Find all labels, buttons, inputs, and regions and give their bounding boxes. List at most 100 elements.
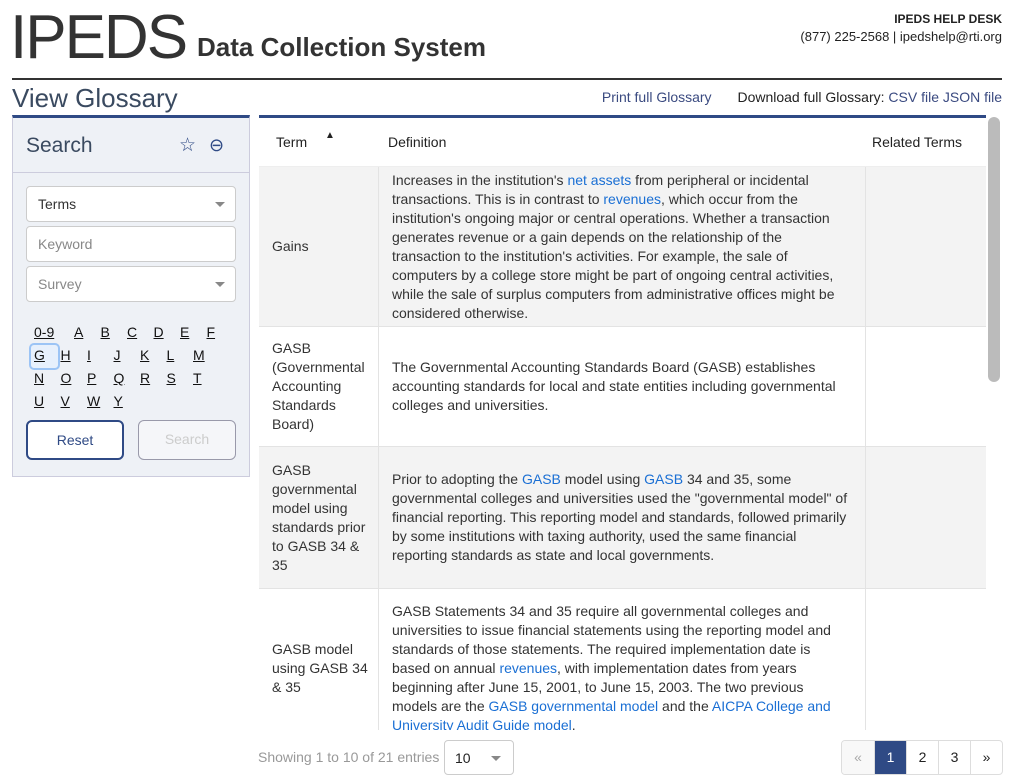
search-button[interactable]: Search bbox=[138, 420, 236, 460]
related-column-header[interactable]: Related Terms bbox=[866, 134, 986, 150]
survey-placeholder: Survey bbox=[38, 276, 82, 292]
pagination: «1 2 3» bbox=[841, 740, 1003, 775]
help-title: IPEDS HELP DESK bbox=[894, 12, 1002, 26]
definition-link[interactable]: net assets bbox=[567, 172, 631, 188]
definition-text: , which occur from the institution's ong… bbox=[392, 190, 835, 321]
letter-q[interactable]: Q bbox=[111, 368, 138, 391]
definition-cell: GASB Statements 34 and 35 require all go… bbox=[379, 589, 866, 730]
related-cell bbox=[866, 327, 986, 446]
search-panel: Search ☆ ⊖ Terms Keyword Survey 0-9 A B C D E… bbox=[12, 115, 250, 477]
letter-h[interactable]: H bbox=[58, 345, 85, 368]
letter-m[interactable]: M bbox=[190, 345, 217, 368]
survey-select[interactable]: Survey bbox=[26, 266, 236, 302]
term-cell: GASB governmental model using standards … bbox=[259, 447, 379, 588]
letter-g[interactable]: G bbox=[29, 343, 60, 370]
definition-text: and the bbox=[658, 698, 712, 714]
letter-a[interactable]: A bbox=[71, 322, 98, 345]
letter-f[interactable]: F bbox=[204, 322, 231, 345]
letter-l[interactable]: L bbox=[164, 345, 191, 368]
related-cell bbox=[866, 589, 986, 730]
download-label: Download full Glossary: bbox=[737, 89, 885, 105]
definition-text: Increases in the institution's bbox=[392, 171, 568, 188]
json-link[interactable]: JSON file bbox=[943, 89, 1002, 105]
glossary-table: Term ▲ Definition Related Terms Gains Incr… bbox=[259, 115, 986, 730]
page-button[interactable]: 2 bbox=[906, 741, 938, 774]
reset-button[interactable]: Reset bbox=[26, 420, 124, 460]
letter-s[interactable]: S bbox=[164, 368, 191, 391]
definition-text: The Governmental Accounting Standards Bo… bbox=[392, 359, 836, 413]
site-subtitle: Data Collection System bbox=[197, 32, 486, 62]
related-cell bbox=[866, 167, 986, 326]
collapse-icon[interactable]: ⊖ bbox=[209, 135, 224, 156]
scrollbar[interactable] bbox=[986, 115, 1002, 730]
help-desk: IPEDS HELP DESK (877) 225-2568 | ipedshe… bbox=[800, 10, 1002, 46]
definition-link[interactable]: revenues bbox=[499, 660, 557, 676]
keyword-placeholder: Keyword bbox=[38, 236, 93, 252]
definition-cell: Prior to adopting the GASB model using G… bbox=[379, 447, 866, 588]
definition-link[interactable]: GASB governmental model bbox=[489, 698, 659, 714]
letter-n[interactable]: N bbox=[31, 368, 58, 391]
page-length-value: 10 bbox=[455, 750, 471, 766]
letter-e[interactable]: E bbox=[177, 322, 204, 345]
page-button[interactable]: 1 bbox=[874, 741, 906, 774]
definition-link[interactable]: GASB bbox=[644, 471, 683, 487]
term-cell: Gains bbox=[259, 167, 379, 326]
letter-i[interactable]: I bbox=[84, 345, 111, 368]
term-cell: GASB model using GASB 34 & 35 bbox=[259, 589, 379, 730]
print-glossary-link[interactable]: Print full Glossary bbox=[602, 89, 712, 105]
definition-column-header[interactable]: Definition bbox=[379, 134, 866, 150]
star-icon[interactable]: ☆ bbox=[179, 134, 196, 157]
letter-v[interactable]: V bbox=[58, 391, 85, 414]
scrollbar-thumb[interactable] bbox=[988, 117, 1000, 382]
definition-text: model using bbox=[560, 471, 645, 487]
letter-b[interactable]: B bbox=[98, 322, 125, 345]
entries-info: Showing 1 to 10 of 21 entries bbox=[258, 749, 440, 765]
letter-c[interactable]: C bbox=[124, 322, 151, 345]
letter-d[interactable]: D bbox=[151, 322, 178, 345]
sort-asc-icon: ▲ bbox=[325, 130, 335, 141]
definition-cell: The Governmental Accounting Standards Bo… bbox=[379, 327, 866, 446]
definition-text: . bbox=[571, 717, 576, 730]
chevron-down-icon bbox=[491, 756, 501, 761]
prev-page-button[interactable]: « bbox=[842, 741, 874, 774]
term-column-header[interactable]: Term ▲ bbox=[259, 130, 379, 150]
chevron-down-icon bbox=[215, 282, 225, 287]
definition-cell: Increases in the institution's net asset… bbox=[379, 167, 866, 326]
letter-0-9[interactable]: 0-9 bbox=[31, 322, 71, 345]
table-header: Term ▲ Definition Related Terms bbox=[259, 118, 986, 167]
type-select[interactable]: Terms bbox=[26, 186, 236, 222]
letter-t[interactable]: T bbox=[190, 368, 217, 391]
keyword-input[interactable]: Keyword bbox=[26, 226, 236, 262]
logo: IPEDS bbox=[10, 3, 188, 72]
next-page-button[interactable]: » bbox=[970, 741, 1002, 774]
definition-text: Prior to adopting the bbox=[392, 471, 522, 487]
letter-r[interactable]: R bbox=[137, 368, 164, 391]
table-row: Gains Increases in the institution's net … bbox=[259, 167, 986, 327]
letter-j[interactable]: J bbox=[111, 345, 138, 368]
search-title: Search bbox=[26, 134, 93, 157]
definition-link[interactable]: GASB bbox=[522, 471, 561, 487]
definition-link[interactable]: revenues bbox=[603, 191, 661, 207]
letter-y[interactable]: Y bbox=[111, 391, 138, 414]
letter-k[interactable]: K bbox=[137, 345, 164, 368]
page-length-select[interactable]: 10 bbox=[444, 740, 514, 775]
divider bbox=[12, 78, 1002, 80]
page-title: View Glossary bbox=[12, 83, 178, 113]
letter-p[interactable]: P bbox=[84, 368, 111, 391]
page-button[interactable]: 3 bbox=[938, 741, 970, 774]
letter-w[interactable]: W bbox=[84, 391, 111, 414]
related-cell bbox=[866, 447, 986, 588]
glossary-links: Print full Glossary Download full Glossa… bbox=[602, 89, 1002, 105]
divider bbox=[13, 172, 249, 173]
table-row: GASB governmental model using standards … bbox=[259, 447, 986, 589]
table-row: GASB (Governmental Accounting Standards … bbox=[259, 327, 986, 447]
term-cell: GASB (Governmental Accounting Standards … bbox=[259, 327, 379, 446]
chevron-down-icon bbox=[215, 202, 225, 207]
letter-u[interactable]: U bbox=[31, 391, 58, 414]
type-select-value: Terms bbox=[38, 196, 77, 212]
term-header-label: Term bbox=[276, 134, 308, 150]
table-row: GASB model using GASB 34 & 35 GASB Statem… bbox=[259, 589, 986, 730]
letter-filter: 0-9 A B C D E F G H I J K L M N O P Q R S T U V W Y bbox=[29, 322, 241, 414]
letter-o[interactable]: O bbox=[58, 368, 85, 391]
csv-link[interactable]: CSV file bbox=[888, 89, 939, 105]
